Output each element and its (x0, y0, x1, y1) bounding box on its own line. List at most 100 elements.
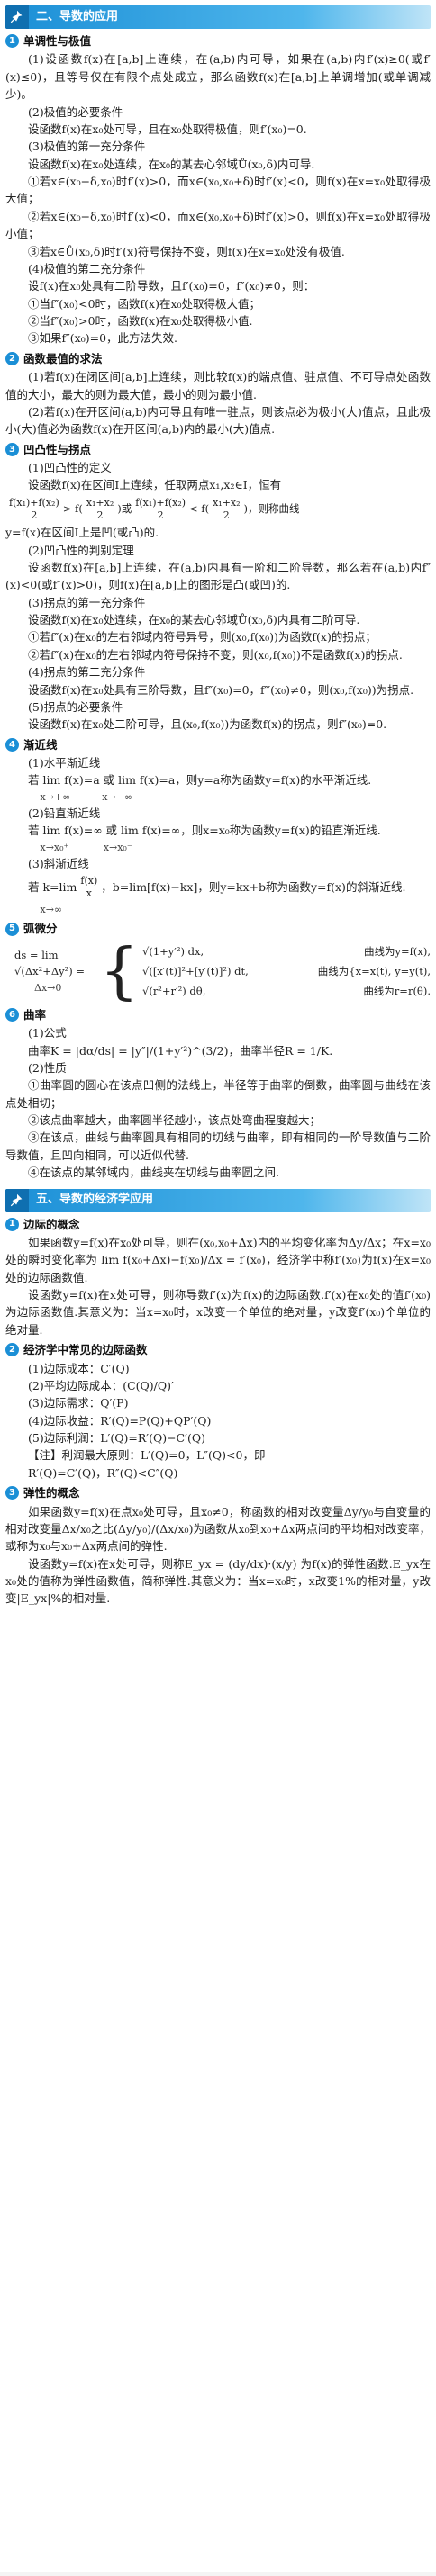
numerator: f(x) (78, 874, 100, 888)
denominator: 2 (157, 509, 164, 521)
section-title: 五、导数的经济学应用 (36, 1193, 154, 1207)
formula-text: 曲线为{x=x(t), y=y(t), (317, 964, 431, 977)
fraction: x₁+x₂ 2 (84, 496, 116, 521)
limit-subscript: x→+∞ (40, 790, 71, 803)
formula-text: )，则称曲线 (243, 501, 300, 515)
paragraph: ①若x∈(x₀−δ,x₀)时f′(x)>0，而x∈(x₀,x₀+δ)时f′(x)… (5, 175, 431, 206)
paragraph: ①若f″(x)在x₀的左右邻域内符号异号，则(x₀,f(x₀))为函数f(x)的… (28, 630, 377, 644)
numerator: f(x₁)+f(x₂) (133, 496, 188, 509)
paragraph: ②该点曲率越大，曲率圆半径越小，该点处弯曲程度越大； (28, 1113, 322, 1128)
brace-row: √([x′(t)]²+[y′(t)]²) dt, 曲线为{x=x(t), y=y(… (142, 964, 431, 980)
paragraph: ①当f″(x₀)<0时，函数f(x)在x₀处取得极大值； (28, 296, 261, 311)
number-badge: 1 (5, 34, 19, 49)
paragraph: ③若x∈Ů(x₀,δ)时f′(x)符号保持不变，则f(x)在x=x₀处没有极值. (28, 244, 345, 258)
formula-text: √([x′(t)]²+[y′(t)]²) dt, (142, 964, 249, 977)
formula-text: < f( (189, 501, 210, 515)
number-badge: 5 (5, 922, 19, 936)
brace-rows: √(1+y′²) dx, 曲线为y=f(x), √([x′(t)]²+[y′(t)… (142, 944, 431, 999)
fraction: x₁+x₂ 2 (211, 497, 242, 521)
limit-subscript: Δx→0 (34, 982, 62, 995)
numerator: x₁+x₂ (84, 496, 116, 509)
paragraph: (4)边际收益：R′(Q)=P(Q)+QP′(Q) (28, 1413, 212, 1428)
number-badge: 3 (5, 1486, 19, 1500)
paragraph: 若 lim f(x)=a 或 lim f(x)=a，则y=a称为函数y=f(x)… (28, 773, 372, 788)
paragraph: ②若x∈(x₀−δ,x₀)时f′(x)<0，而x∈(x₀,x₀+δ)时f′(x)… (5, 209, 431, 241)
paragraph: 设函数f(x)在x₀处二阶可导，且(x₀,f(x₀))为函数f(x)的拐点，则f… (28, 717, 387, 732)
subtitle-text: 曲率 (23, 1007, 47, 1022)
number-badge: 3 (5, 442, 19, 456)
subtitle-text: 经济学中常见的边际函数 (23, 1343, 148, 1357)
subtitle-text: 单调性与极值 (23, 34, 92, 48)
paragraph: (2)平均边际成本：(C(Q)/Q)′ (28, 1378, 174, 1392)
paragraph: 设函数y=f(x)在x处可导，则称导数f′(x)为f(x)的边际函数.f′(x)… (5, 1288, 431, 1337)
subtitle-text: 边际的概念 (23, 1217, 80, 1231)
fraction: f(x₁)+f(x₂) 2 (7, 497, 61, 521)
badge (5, 1188, 29, 1212)
subtitle-marginal: 1 边际的概念 (5, 1216, 431, 1233)
subtitle-text: 凹凸性与拐点 (23, 442, 92, 456)
paragraph: 如果函数y=f(x)在x₀处可导，则在(x₀,x₀+Δx)内的平均变化率为Δy/… (5, 1235, 431, 1284)
formula-text: 曲线为r=r(θ). (363, 984, 431, 997)
paragraph: (3)边际需求：Q′(P) (28, 1396, 129, 1410)
paragraph: (2)若f(x)在开区间(a,b)内可导且有唯一驻点，则该点必为极小(大)值点，… (5, 404, 431, 437)
limit-subscripts: x→+∞ x→−∞ (5, 789, 431, 805)
paragraph: 设函数f(x)在[a,b]上连续，在(a,b)内具有一阶和二阶导数，那么若在(a… (5, 560, 431, 592)
paragraph: 设函数y=f(x)在x处可导，则称E_yx = (dy/dx)·(x/y) 为f… (5, 1556, 431, 1606)
section-title: 二、导数的应用 (36, 9, 119, 23)
brace-row: √(1+y′²) dx, 曲线为y=f(x), (142, 944, 431, 960)
paragraph: ②若f″(x)在x₀的左右邻域内符号保持不变，则(x₀,f(x₀))不是函数f(… (28, 647, 403, 662)
limit-subscript: x→∞ (40, 904, 63, 916)
number-badge: 6 (5, 1007, 19, 1022)
paragraph: (5)拐点的必要条件 (28, 699, 123, 714)
paragraph: 【注】利润最大原则：L′(Q)=0，L″(Q)<0，即 (28, 1448, 266, 1463)
subtitle-arc-differential: 5 弧微分 (5, 920, 431, 937)
pin-icon (10, 1193, 23, 1206)
subtitle-text: 渐近线 (23, 737, 58, 752)
paragraph: 设函数f(x)在x₀处连续，在x₀的某去心邻域Ů(x₀,δ)内可导. (28, 157, 315, 171)
paragraph: (2)凹凸性的判别定理 (28, 543, 134, 557)
paragraph: (4)拐点的第二充分条件 (28, 665, 146, 680)
formula-text: )或 (117, 501, 132, 515)
brace: { (99, 935, 139, 1007)
paragraph: 设函数f(x)在x₀处具有三阶导数，且f″(x₀)=0，f‴(x₀)≠0，则(x… (28, 682, 414, 697)
formula-text: √(1+y′²) dx, (142, 945, 204, 959)
limit-subscript: x→x₀⁺ (40, 841, 69, 853)
arc-differential-formula: ds = lim √(Δx²+Δy²) = Δx→0 { √(1+y′²) dx… (14, 941, 431, 1003)
subtitle-asymptote: 4 渐近线 (5, 736, 431, 753)
paragraph: 若 lim f(x)=∞ 或 lim f(x)=∞，则x=x₀称为函数y=f(x… (28, 824, 381, 838)
denominator: x (86, 887, 92, 900)
section-header-2: 二、导数的应用 (5, 5, 431, 29)
concavity-formula: f(x₁)+f(x₂) 2 > f( x₁+x₂ 2 )或 f(x₁)+f(x₂) 2… (5, 497, 431, 521)
paragraph: (1)若f(x)在闭区间[a,b]上连续，则比较f(x)的端点值、驻点值、不可导… (5, 370, 431, 401)
number-badge: 2 (5, 1343, 19, 1357)
paragraph: (2)极值的必要条件 (28, 104, 123, 119)
fraction: f(x₁)+f(x₂) 2 (133, 496, 188, 521)
paragraph: (1)凹凸性的定义 (28, 461, 112, 474)
paragraph: (2)铅直渐近线 (28, 806, 101, 820)
paragraph: (1)水平渐近线 (28, 756, 101, 770)
subtitle-monotonicity: 1 单调性与极值 (5, 32, 431, 50)
subtitle-text: 弧微分 (23, 922, 58, 936)
paragraph: y=f(x)在区间I上是凹(或凸)的. (5, 526, 159, 540)
number-badge: 4 (5, 737, 19, 752)
formula-text: > f( (62, 501, 83, 515)
paragraph: ①曲率圆的圆心在该点凹侧的法线上，半径等于曲率的倒数，曲率圆与曲线在该点处相切； (5, 1078, 431, 1110)
paragraph: 曲率K = |dα/ds| = |y″|/(1+y′²)^(3/2)，曲率半径R… (28, 1043, 333, 1058)
paragraph: (2)性质 (28, 1060, 67, 1075)
paragraph: 设函数f(x)在x₀处可导，且在x₀处取得极值，则f′(x₀)=0. (28, 122, 307, 136)
paragraph: ③如果f″(x₀)=0，此方法失效. (28, 331, 178, 346)
subtitle-extrema: 2 函数最值的求法 (5, 350, 431, 367)
numerator: f(x₁)+f(x₂) (7, 496, 61, 509)
brace-row: √(r²+r′²) dθ, 曲线为r=r(θ). (142, 984, 431, 1000)
limit-subscript: x→x₀⁻ (103, 841, 132, 853)
paragraph: 设函数f(x)在区间I上连续，任取两点x₁,x₂∈I，恒有 (28, 478, 282, 492)
paragraph: (1)边际成本：C′(Q) (28, 1361, 130, 1375)
oblique-asymptote-formula: 若 k=lim f(x) x ，b=lim[f(x)−kx]，则y=kx+b称为函… (5, 875, 431, 899)
paragraph: (3)拐点的第一充分条件 (28, 595, 146, 609)
bottom-edge (0, 2572, 436, 2576)
formula-text: 若 k=lim (28, 879, 77, 894)
page: 二、导数的应用 1 单调性与极值 (1)设函数f(x)在[a,b]上连续，在(a… (0, 0, 436, 2576)
paragraph: R′(Q)=C′(Q)，R″(Q)<C″(Q) (28, 1465, 178, 1480)
paragraph: ③在该点，曲线与曲率圆具有相同的切线与曲率，即有相同的一阶导数值与二阶导数值，且… (5, 1130, 431, 1162)
